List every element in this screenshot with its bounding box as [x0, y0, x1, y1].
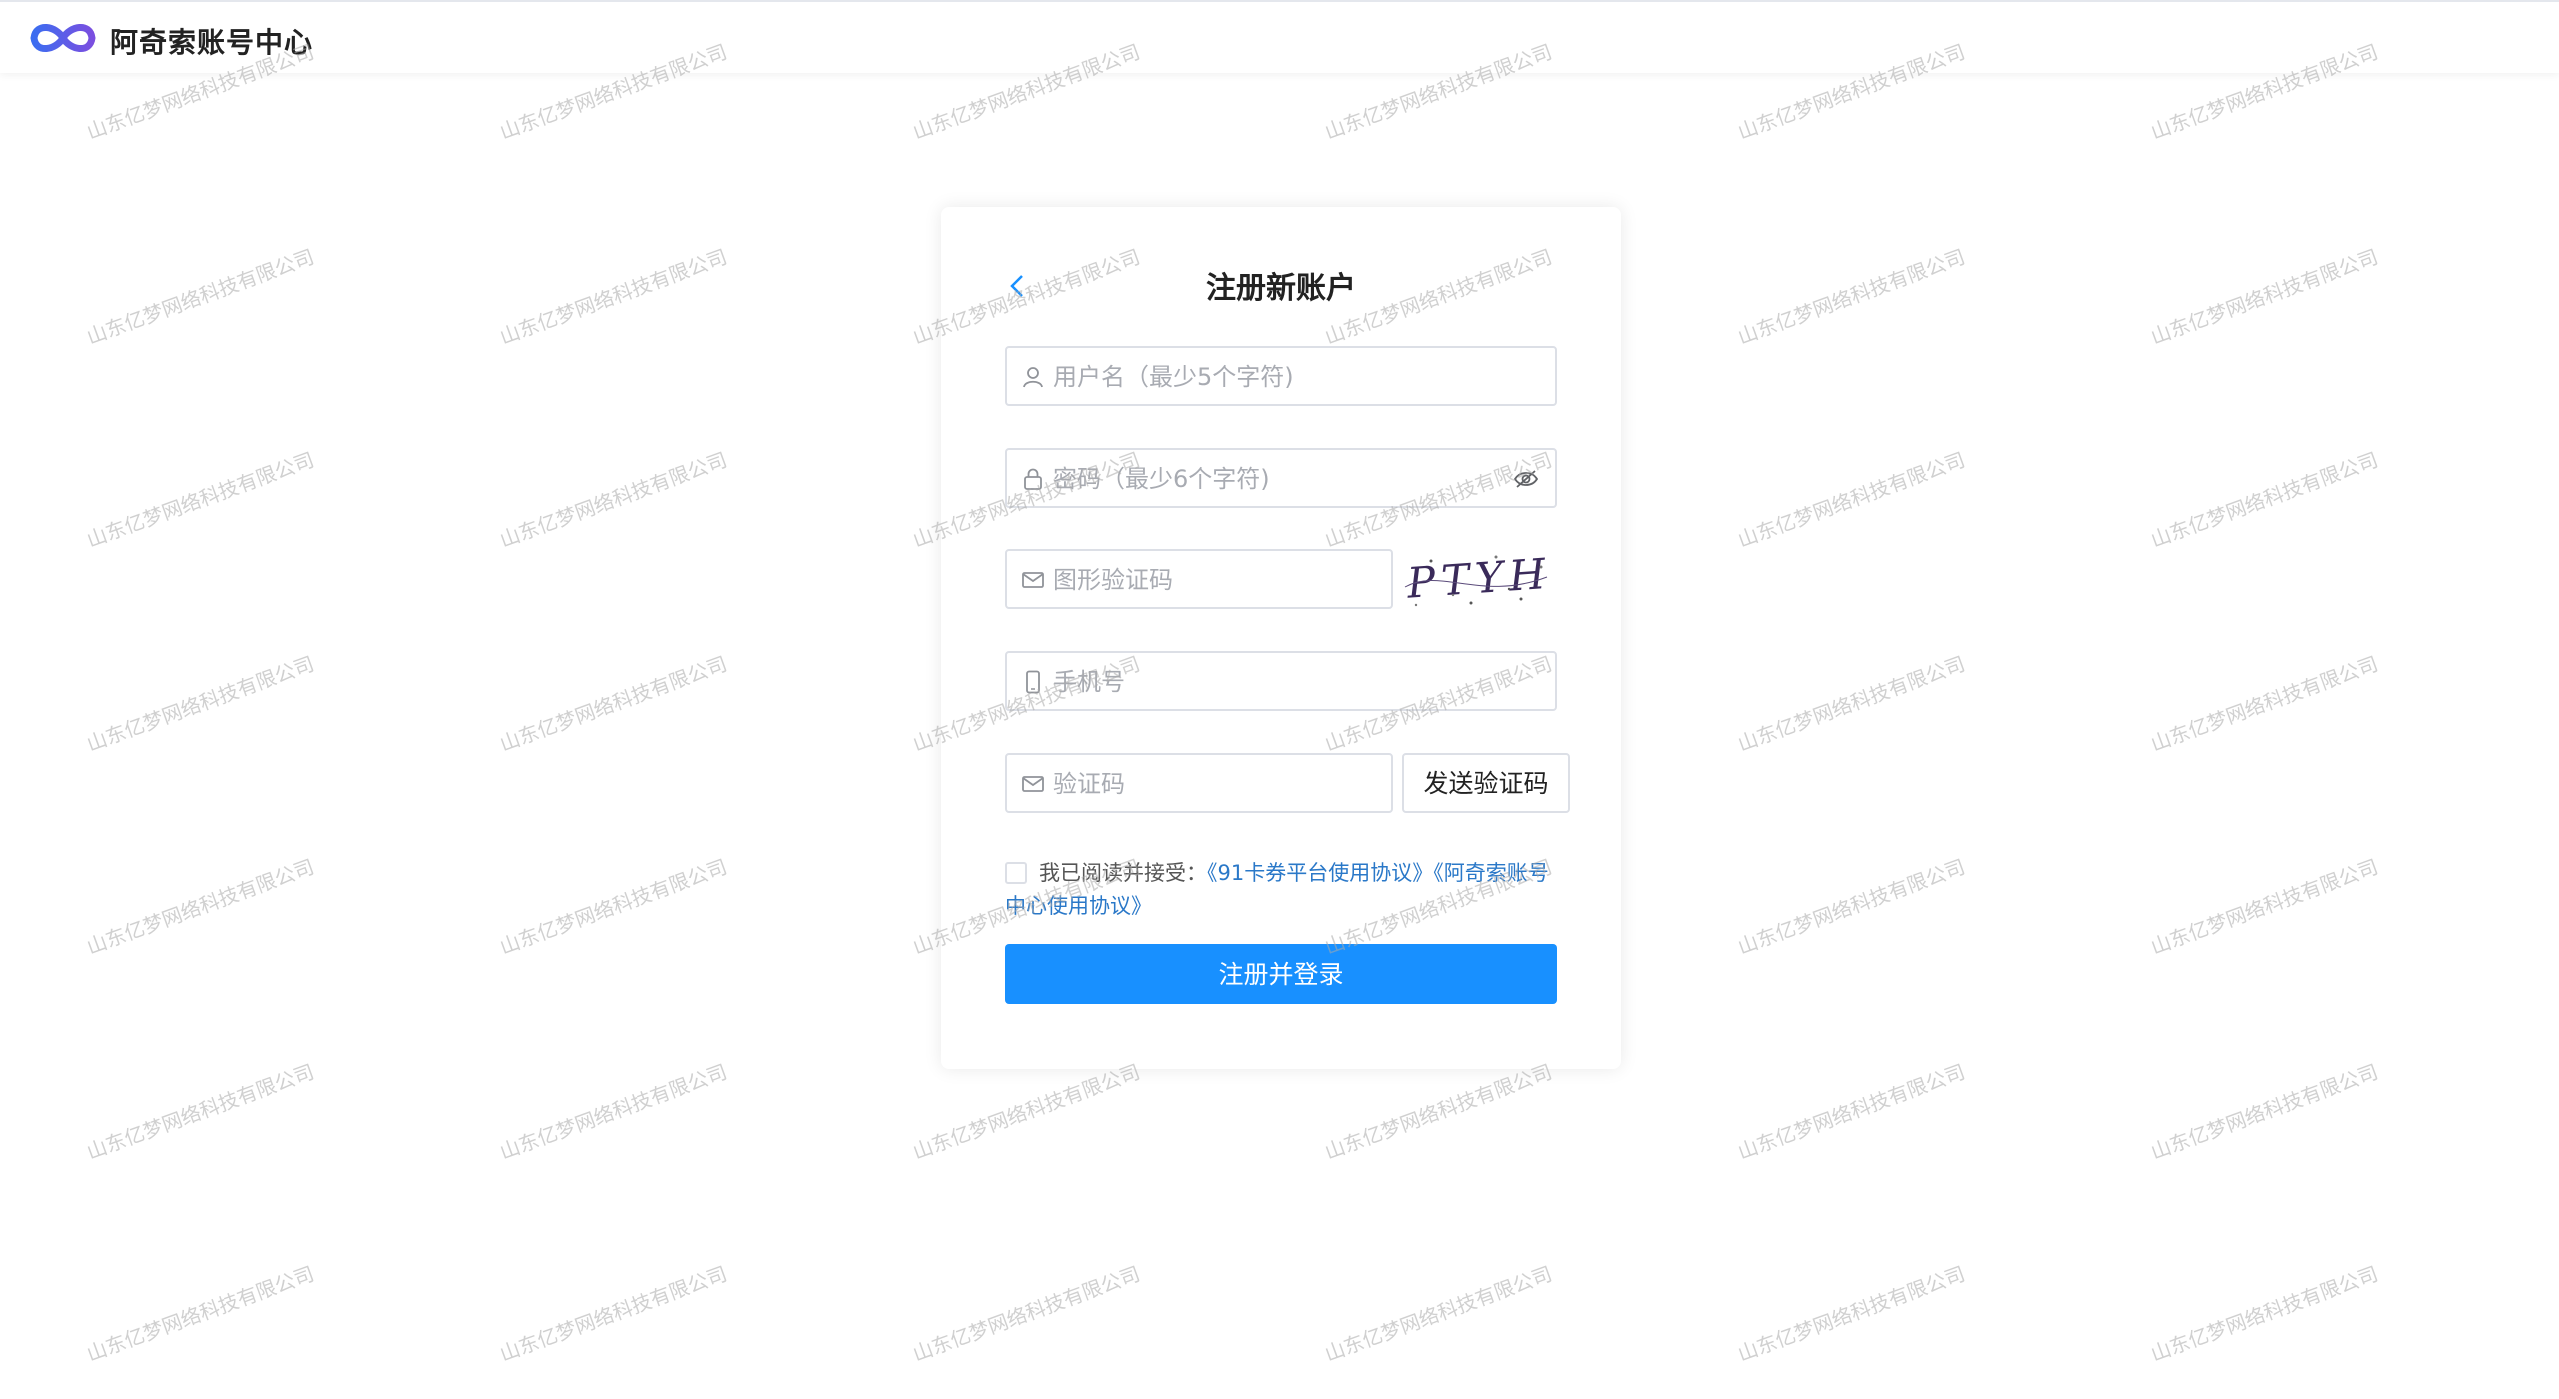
watermark-text: 山东亿梦网络科技有限公司	[83, 447, 318, 553]
watermark-text: 山东亿梦网络科技有限公司	[1734, 854, 1969, 960]
watermark-text: 山东亿梦网络科技有限公司	[496, 651, 731, 757]
eye-hidden-icon[interactable]	[1513, 468, 1539, 490]
watermark-text: 山东亿梦网络科技有限公司	[496, 1059, 731, 1165]
top-header: 阿奇索账号中心	[0, 0, 2559, 73]
watermark-text: 山东亿梦网络科技有限公司	[2147, 1261, 2382, 1367]
watermark-text: 山东亿梦网络科技有限公司	[1321, 1059, 1556, 1165]
watermark-text: 山东亿梦网络科技有限公司	[83, 244, 318, 350]
phone-field	[1005, 651, 1557, 711]
watermark-text: 山东亿梦网络科技有限公司	[909, 1059, 1144, 1165]
infinity-logo-icon[interactable]	[26, 16, 100, 60]
captcha-field	[1005, 549, 1393, 609]
mail-icon	[1022, 572, 1044, 588]
watermark-text: 山东亿梦网络科技有限公司	[496, 1261, 731, 1367]
mobile-phone-icon	[1026, 670, 1040, 694]
watermark-text: 山东亿梦网络科技有限公司	[83, 854, 318, 960]
watermark-text: 山东亿梦网络科技有限公司	[496, 244, 731, 350]
send-code-button[interactable]: 发送验证码	[1402, 753, 1570, 813]
watermark-text: 山东亿梦网络科技有限公司	[1321, 1261, 1556, 1367]
watermark-text: 山东亿梦网络科技有限公司	[909, 1261, 1144, 1367]
phone-input[interactable]	[1051, 653, 1513, 711]
user-icon	[1023, 367, 1043, 388]
site-title: 阿奇索账号中心	[110, 26, 314, 59]
watermark-text: 山东亿梦网络科技有限公司	[2147, 447, 2382, 553]
watermark-text: 山东亿梦网络科技有限公司	[2147, 854, 2382, 960]
password-input[interactable]	[1051, 450, 1513, 508]
sms-code-field	[1005, 753, 1393, 813]
watermark-text: 山东亿梦网络科技有限公司	[83, 1261, 318, 1367]
watermark-text: 山东亿梦网络科技有限公司	[1734, 1261, 1969, 1367]
watermark-text: 山东亿梦网络科技有限公司	[83, 1059, 318, 1165]
watermark-text: 山东亿梦网络科技有限公司	[496, 447, 731, 553]
watermark-text: 山东亿梦网络科技有限公司	[2147, 651, 2382, 757]
username-input[interactable]	[1051, 348, 1513, 406]
captcha-input[interactable]	[1051, 551, 1349, 609]
mail-icon	[1022, 776, 1044, 792]
password-field	[1005, 448, 1557, 508]
watermark-text: 山东亿梦网络科技有限公司	[496, 854, 731, 960]
platform-agreement-link[interactable]: 《91卡券平台使用协议》	[1207, 861, 1433, 885]
agreement-checkbox[interactable]	[1005, 862, 1027, 884]
agreement-text: 我已阅读并接受：《91卡券平台使用协议》《阿奇索账号中心使用协议》	[1005, 857, 1565, 923]
watermark-text: 山东亿梦网络科技有限公司	[83, 651, 318, 757]
lock-icon	[1024, 468, 1042, 490]
watermark-text: 山东亿梦网络科技有限公司	[2147, 1059, 2382, 1165]
register-card: 注册新账户 PTYH	[941, 207, 1621, 1069]
sms-code-input[interactable]	[1051, 755, 1349, 813]
captcha-text: PTYH	[1404, 549, 1551, 608]
watermark-text: 山东亿梦网络科技有限公司	[1734, 244, 1969, 350]
watermark-text: 山东亿梦网络科技有限公司	[2147, 244, 2382, 350]
register-login-button[interactable]: 注册并登录	[1005, 944, 1557, 1004]
watermark-text: 山东亿梦网络科技有限公司	[1734, 1059, 1969, 1165]
username-field	[1005, 346, 1557, 406]
watermark-text: 山东亿梦网络科技有限公司	[1734, 651, 1969, 757]
page-title: 注册新账户	[1206, 271, 1356, 306]
watermark-text: 山东亿梦网络科技有限公司	[1734, 447, 1969, 553]
agreement-prefix: 我已阅读并接受：	[1039, 861, 1207, 885]
captcha-image[interactable]: PTYH	[1401, 547, 1551, 611]
